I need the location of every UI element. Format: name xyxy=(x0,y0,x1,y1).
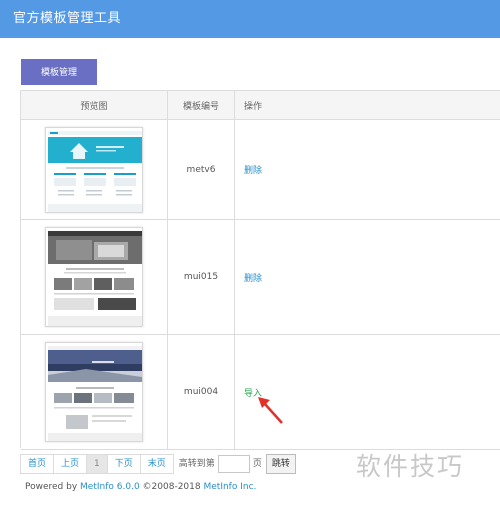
page-unit-label: 页 xyxy=(252,459,262,469)
powered-by-text: Powered by xyxy=(25,482,78,492)
pagination: 首页 上页 1 下页 末页 高转到第 页 跳转 xyxy=(20,454,296,474)
jump-to-label: 高转到第 xyxy=(178,459,215,469)
template-id: mui004 xyxy=(168,335,235,449)
prev-page-button[interactable]: 上页 xyxy=(53,454,88,474)
template-preview-mui015[interactable] xyxy=(45,227,143,327)
template-id: mui015 xyxy=(168,220,235,334)
delete-link[interactable]: 删除 xyxy=(244,271,262,284)
page-number-input[interactable] xyxy=(217,455,250,473)
table-row: metv6 删除 xyxy=(21,120,500,220)
delete-link[interactable]: 删除 xyxy=(244,163,262,176)
app-title: 官方模板管理工具 xyxy=(13,11,122,26)
table-header-row: 预览图 模板编号 操作 xyxy=(21,91,500,120)
copyright-text: ©2008-2018 xyxy=(142,482,201,492)
current-page: 1 xyxy=(86,454,108,474)
tab-template-management[interactable]: 模板管理 xyxy=(21,59,97,85)
column-header-actions: 操作 xyxy=(244,101,263,112)
first-page-button[interactable]: 首页 xyxy=(20,454,55,474)
column-header-template-id: 模板编号 xyxy=(168,91,235,119)
last-page-button[interactable]: 末页 xyxy=(139,454,174,474)
template-preview-mui004[interactable] xyxy=(45,342,143,442)
template-id: metv6 xyxy=(168,120,235,219)
red-arrow-annotation-icon xyxy=(258,397,283,424)
column-header-preview: 预览图 xyxy=(21,91,168,119)
template-preview-metv6[interactable] xyxy=(45,126,143,213)
watermark: 软件技巧 xyxy=(356,452,465,481)
table-row: mui015 删除 xyxy=(21,220,500,335)
jump-button[interactable]: 跳转 xyxy=(265,454,296,474)
company-link[interactable]: MetInfo Inc. xyxy=(203,482,256,492)
footer: Powered by MetInfo 6.0.0 ©2008-2018 MetI… xyxy=(25,482,256,492)
product-link[interactable]: MetInfo 6.0.0 xyxy=(80,482,140,492)
next-page-button[interactable]: 下页 xyxy=(106,454,141,474)
app-title-bar: 官方模板管理工具 xyxy=(0,0,500,38)
table-row: mui004 导入 xyxy=(21,335,500,450)
